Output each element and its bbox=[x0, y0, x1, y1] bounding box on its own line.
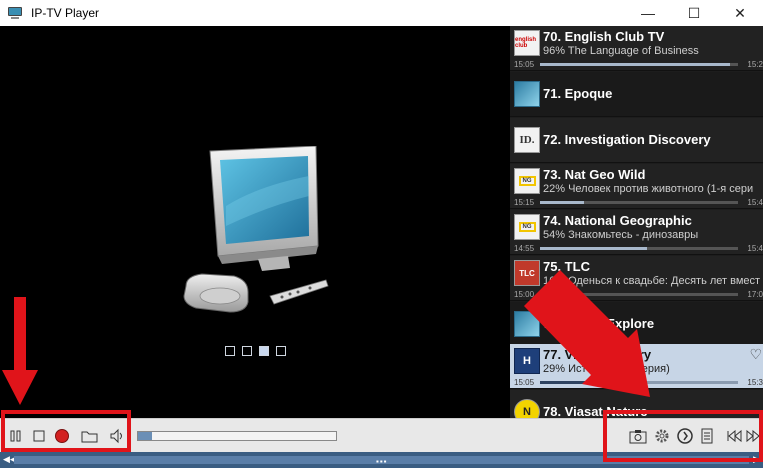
slide-indicator bbox=[225, 346, 286, 356]
channel-logo: NG bbox=[514, 168, 540, 194]
channel-name: 73. Nat Geo Wild bbox=[543, 167, 646, 182]
program-progress bbox=[540, 247, 738, 250]
program-title: 29% История (6-я серия) bbox=[543, 363, 670, 375]
program-progress bbox=[540, 63, 738, 66]
channel-item[interactable]: 71. Epoque bbox=[510, 72, 763, 117]
maximize-button[interactable]: ☐ bbox=[671, 0, 717, 26]
channel-item[interactable]: TLC 75. TLC 16% Оденься к свадьбе: Десят… bbox=[510, 256, 763, 301]
program-title: 22% Человек против животного (1-я сери bbox=[543, 183, 754, 195]
logo-text: NG bbox=[518, 176, 536, 186]
channel-logo: H bbox=[514, 348, 540, 374]
seek-slider[interactable] bbox=[137, 431, 337, 441]
favorite-heart-icon[interactable]: ♡ bbox=[749, 346, 762, 363]
app-tv-icon bbox=[7, 6, 23, 20]
scroll-grip-icon[interactable]: ▪▪▪ bbox=[376, 457, 388, 466]
channel-name: 70. English Club TV bbox=[543, 29, 665, 44]
slide-dot[interactable] bbox=[225, 346, 235, 356]
channel-list: english club 70. English Club TV 96% The… bbox=[510, 26, 763, 418]
slide-dot-active[interactable] bbox=[259, 346, 269, 356]
channel-item[interactable]: english club 70. English Club TV 96% The… bbox=[510, 26, 763, 71]
window-title: IP-TV Player bbox=[31, 6, 100, 20]
title-bar: IP-TV Player — ☐ ✕ bbox=[0, 0, 763, 26]
logo-text: NG bbox=[518, 222, 536, 232]
logo-text: N bbox=[523, 406, 531, 418]
logo-text: H bbox=[523, 355, 531, 367]
program-end: 15:3 bbox=[747, 378, 763, 387]
channel-item[interactable]: ID. 72. Investigation Discovery bbox=[510, 118, 763, 163]
channel-logo: NG bbox=[514, 214, 540, 240]
logo-text: english club bbox=[515, 37, 537, 49]
channel-item[interactable]: 76. Viasat Explore bbox=[510, 302, 763, 347]
close-button[interactable]: ✕ bbox=[717, 0, 763, 26]
minimize-icon: — bbox=[641, 5, 655, 21]
tv-monitor-icon bbox=[183, 146, 329, 313]
program-progress bbox=[540, 293, 738, 296]
channel-logo: ID. bbox=[514, 127, 540, 153]
logo-text: ID. bbox=[519, 134, 535, 146]
channel-name: 75. TLC bbox=[543, 259, 590, 274]
channel-logo bbox=[514, 311, 540, 337]
channel-name: 71. Epoque bbox=[543, 86, 613, 101]
channel-name: 76. Viasat Explore bbox=[543, 316, 655, 331]
highlight-box-right bbox=[603, 410, 763, 462]
maximize-icon: ☐ bbox=[687, 4, 701, 21]
logo-text: TLC bbox=[519, 268, 535, 278]
ip-tv-player-window: IP-TV Player — ☐ ✕ english club 70. Engl… bbox=[0, 0, 763, 468]
highlight-box-left bbox=[1, 410, 131, 452]
video-area[interactable] bbox=[0, 26, 510, 418]
program-start: 15:15 bbox=[514, 198, 535, 207]
channel-logo: TLC bbox=[514, 260, 540, 286]
program-end: 15:4 bbox=[747, 244, 763, 253]
channel-logo: english club bbox=[514, 30, 540, 56]
program-end: 15:2 bbox=[747, 60, 763, 69]
slide-dot[interactable] bbox=[276, 346, 286, 356]
program-start: 15:00 bbox=[514, 290, 535, 299]
close-icon: ✕ bbox=[734, 4, 746, 21]
channel-name: 72. Investigation Discovery bbox=[543, 132, 711, 147]
program-start: 14:55 bbox=[514, 244, 535, 253]
program-title: 54% Знакомьтесь - динозавры bbox=[543, 229, 699, 241]
seek-handle[interactable] bbox=[138, 432, 152, 440]
program-end: 17:0 bbox=[747, 290, 763, 299]
channel-logo: N bbox=[514, 399, 540, 418]
channel-item-selected[interactable]: H 77. Viasat History 29% История (6-я се… bbox=[510, 344, 763, 389]
program-progress bbox=[540, 201, 738, 204]
channel-item[interactable]: NG 73. Nat Geo Wild 22% Человек против ж… bbox=[510, 164, 763, 209]
channel-name: 74. National Geographic bbox=[543, 213, 692, 228]
channel-logo bbox=[514, 81, 540, 107]
program-end: 15:4 bbox=[747, 198, 763, 207]
slide-dot[interactable] bbox=[242, 346, 252, 356]
program-progress bbox=[540, 381, 738, 384]
channel-name: 77. Viasat History bbox=[543, 347, 652, 362]
program-title: 96% The Language of Business bbox=[543, 45, 699, 57]
channel-item[interactable]: NG 74. National Geographic 54% Знакомьте… bbox=[510, 210, 763, 255]
program-title: 16% Оденься к свадьбе: Десять лет вмест bbox=[543, 275, 761, 287]
minimize-button[interactable]: — bbox=[625, 0, 671, 26]
program-start: 15:05 bbox=[514, 60, 535, 69]
program-start: 15:05 bbox=[514, 378, 535, 387]
